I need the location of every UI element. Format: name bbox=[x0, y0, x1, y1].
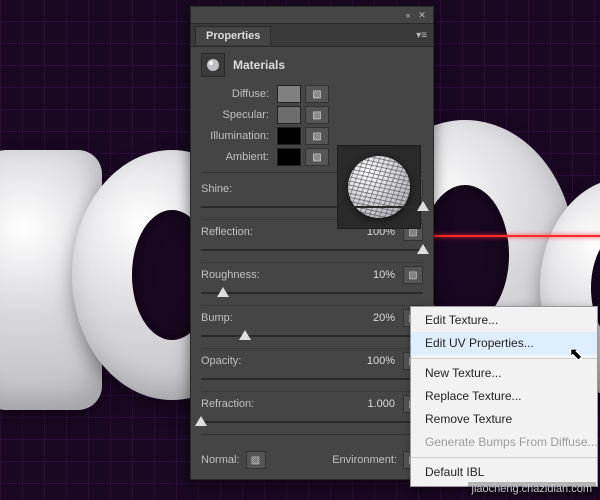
ambient-label: Ambient: bbox=[201, 151, 273, 163]
separator bbox=[201, 348, 423, 349]
texture-context-menu: Edit Texture...Edit UV Properties... New … bbox=[410, 306, 598, 487]
illumination-texture-button[interactable]: ▧ bbox=[305, 127, 329, 145]
specular-label: Specular: bbox=[201, 109, 273, 121]
roughness-value[interactable]: 10% bbox=[341, 269, 397, 281]
menu-default_ibl[interactable]: Default IBL bbox=[411, 461, 597, 484]
separator bbox=[201, 391, 423, 392]
separator bbox=[201, 434, 423, 435]
shine-slider-thumb[interactable] bbox=[417, 201, 429, 211]
specular-swatch[interactable] bbox=[277, 106, 301, 124]
tab-properties[interactable]: Properties bbox=[195, 26, 271, 45]
menu-replace_texture[interactable]: Replace Texture... bbox=[411, 385, 597, 408]
normal-label: Normal: bbox=[201, 454, 240, 466]
separator bbox=[201, 305, 423, 306]
refraction-label: Refraction: bbox=[201, 398, 281, 410]
close-icon[interactable]: ✕ bbox=[415, 9, 429, 21]
environment-label: Environment: bbox=[332, 454, 397, 466]
menu-new_texture[interactable]: New Texture... bbox=[411, 362, 597, 385]
separator bbox=[201, 262, 423, 263]
menu-edit_uv[interactable]: Edit UV Properties... bbox=[411, 332, 597, 355]
tab-bar: Properties ▾≡ bbox=[191, 24, 433, 47]
illumination-swatch[interactable] bbox=[277, 127, 301, 145]
x-axis-gizmo[interactable] bbox=[430, 235, 600, 237]
menu-remove_texture[interactable]: Remove Texture bbox=[411, 408, 597, 431]
menu-separator bbox=[411, 457, 597, 458]
roughness-slider[interactable] bbox=[201, 287, 423, 299]
section-materials: Materials bbox=[191, 47, 433, 85]
menu-gen_bumps: Generate Bumps From Diffuse... bbox=[411, 431, 597, 454]
opacity-label: Opacity: bbox=[201, 355, 281, 367]
normal-texture-button[interactable]: ▧ bbox=[246, 451, 266, 469]
roughness-row: Roughness: 10% ▧ bbox=[201, 265, 423, 299]
shine-label: Shine: bbox=[201, 183, 281, 195]
menu-edit_texture[interactable]: Edit Texture... bbox=[411, 309, 597, 332]
reflection-label: Reflection: bbox=[201, 226, 281, 238]
shine-slider[interactable] bbox=[201, 201, 423, 213]
properties-panel: « ✕ Properties ▾≡ Materials Diffuse: ▧ S… bbox=[190, 6, 434, 480]
bump-slider[interactable] bbox=[201, 330, 423, 342]
bump-label: Bump: bbox=[201, 312, 281, 324]
reflection-slider[interactable] bbox=[201, 244, 423, 256]
ambient-swatch[interactable] bbox=[277, 148, 301, 166]
reflection-slider-thumb[interactable] bbox=[417, 244, 429, 254]
refraction-row: Refraction:1.000▧ bbox=[201, 394, 423, 428]
collapse-icon[interactable]: « bbox=[401, 9, 415, 21]
diffuse-texture-button[interactable]: ▧ bbox=[305, 85, 329, 103]
material-preview[interactable] bbox=[337, 145, 421, 229]
panel-header[interactable]: « ✕ bbox=[191, 7, 433, 24]
ambient-texture-button[interactable]: ▧ bbox=[305, 148, 329, 166]
roughness-slider-thumb[interactable] bbox=[217, 287, 229, 297]
bump-row: Bump:20%▧ bbox=[201, 308, 423, 342]
illumination-label: Illumination: bbox=[201, 130, 273, 142]
roughness-texture-button[interactable]: ▧ bbox=[403, 266, 423, 284]
roughness-label: Roughness: bbox=[201, 269, 281, 281]
refraction-slider[interactable] bbox=[201, 416, 423, 428]
diffuse-label: Diffuse: bbox=[201, 88, 273, 100]
menu-separator bbox=[411, 358, 597, 359]
refraction-slider-thumb[interactable] bbox=[195, 416, 207, 426]
bump-slider-thumb[interactable] bbox=[239, 330, 251, 340]
specular-texture-button[interactable]: ▧ bbox=[305, 106, 329, 124]
watermark-text: jiaocheng.chazidian.com bbox=[468, 482, 596, 496]
panel-menu-icon[interactable]: ▾≡ bbox=[410, 30, 433, 41]
opacity-row: Opacity:100%▧ bbox=[201, 351, 423, 385]
opacity-value[interactable]: 100% bbox=[341, 355, 397, 367]
refraction-value[interactable]: 1.000 bbox=[341, 398, 397, 410]
bump-value[interactable]: 20% bbox=[341, 312, 397, 324]
materials-icon bbox=[201, 53, 225, 77]
diffuse-swatch[interactable] bbox=[277, 85, 301, 103]
opacity-slider[interactable] bbox=[201, 373, 423, 385]
section-title-text: Materials bbox=[233, 58, 285, 72]
